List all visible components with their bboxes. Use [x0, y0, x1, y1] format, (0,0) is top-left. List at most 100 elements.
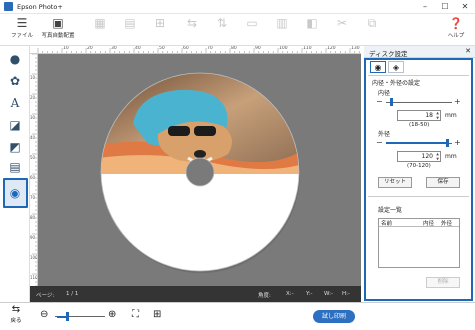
inner-value: 18 — [425, 112, 433, 119]
help-label: ヘルプ — [447, 33, 465, 39]
outer-value: 120 — [421, 153, 433, 160]
disc-preview[interactable] — [38, 54, 361, 286]
editing-canvas[interactable] — [38, 54, 361, 286]
help-icon: ❓ — [449, 17, 463, 30]
tool-icon: ⧉ — [367, 16, 377, 30]
y-readout: Y:- — [306, 291, 313, 297]
outer-decrease-button[interactable]: − — [376, 139, 383, 147]
ruler-label: 30 — [111, 46, 117, 51]
ruler-label: 50 — [30, 155, 36, 160]
ruler-label: 90 — [255, 46, 261, 51]
x-readout: X:- — [286, 291, 294, 297]
minimize-button[interactable]: – — [415, 0, 435, 14]
ruler-label: 120 — [327, 46, 336, 51]
outer-unit: mm — [445, 153, 457, 160]
outer-slider-fill — [386, 142, 446, 144]
disabled-tool-10[interactable]: ⧉ — [352, 16, 392, 31]
title-bar: Epson Photo+ – ☐ ✕ — [0, 0, 475, 14]
disc-tab[interactable]: ◉ — [370, 61, 386, 73]
ruler-label: 110 — [303, 46, 312, 51]
ruler-label: 20 — [30, 95, 36, 100]
window-title: Epson Photo+ — [17, 2, 63, 11]
inner-slider[interactable] — [386, 102, 452, 103]
spin-arrows-icon[interactable]: ▲ ▼ — [436, 111, 439, 120]
ruler-label: 110 — [30, 275, 38, 280]
layer-icon[interactable]: ◪ — [6, 116, 24, 134]
panel-title: ディスク設定 — [369, 50, 408, 58]
save-button[interactable]: 保存 — [426, 177, 460, 188]
col-inner: 内径 — [423, 221, 435, 227]
inner-slider-thumb[interactable] — [390, 98, 393, 106]
print-position-tab[interactable]: ◈ — [388, 61, 404, 73]
person-icon[interactable]: ● — [6, 50, 24, 68]
disc-settings-panel: ◉ ◈ 内径・外径の設定 内径 − + 18 ▲ ▼ mm (18-50) 外径 … — [364, 58, 473, 301]
outer-value-input[interactable]: 120 ▲ ▼ — [397, 151, 441, 162]
layout-icon[interactable]: ▤ — [6, 158, 24, 176]
adjust-icon: ◈ — [392, 63, 400, 72]
text-icon[interactable]: A — [6, 94, 24, 112]
back-arrow-icon: ⇆ — [11, 304, 21, 315]
ruler-label: 70 — [207, 46, 213, 51]
toolbar: ☰ ファイル ▣ 写真自動配置 ▦ ▤ ⊞ ⇆ ⇅ ▭ ▥ ◧ ✂ ⧉ ❓ ヘル… — [0, 14, 475, 46]
outer-slider-thumb[interactable] — [446, 139, 449, 147]
app-icon — [4, 2, 13, 11]
auto-layout-button[interactable]: ▣ 写真自動配置 — [36, 16, 80, 39]
back-button[interactable]: ⇆ 戻る — [4, 304, 28, 324]
status-bar: ページ: 1 / 1 角度: X:- Y:- W:- H:- — [30, 286, 361, 302]
outer-increase-button[interactable]: + — [454, 139, 461, 147]
col-outer: 外径 — [441, 221, 453, 227]
settings-list[interactable]: 名前 内径 外径 — [378, 218, 460, 268]
ruler-label: 70 — [30, 195, 36, 200]
ruler-label: 10 — [63, 46, 69, 51]
ruler-label: 30 — [30, 115, 36, 120]
inner-unit: mm — [445, 112, 457, 119]
spin-arrows-icon[interactable]: ▲ ▼ — [436, 152, 439, 161]
auto-layout-icon: ▣ — [52, 16, 64, 30]
panel-close-button[interactable]: ✕ — [465, 47, 471, 55]
close-window-button[interactable]: ✕ — [455, 0, 475, 14]
outer-range: (70-120) — [407, 163, 431, 169]
ruler-label: 100 — [279, 46, 288, 51]
disc-settings-header: ディスク設定 ✕ — [364, 46, 475, 58]
ruler-label: 80 — [231, 46, 237, 51]
inner-increase-button[interactable]: + — [454, 98, 461, 106]
background-icon[interactable]: ◩ — [6, 138, 24, 156]
inner-value-input[interactable]: 18 ▲ ▼ — [397, 110, 441, 121]
stamp-icon[interactable]: ✿ — [6, 72, 24, 90]
horizontal-ruler: 10 20 30 40 50 60 70 80 90 100 110 120 130 — [30, 46, 361, 54]
help-button[interactable]: ❓ ヘルプ — [436, 16, 475, 39]
disc-icon: ◉ — [374, 63, 382, 72]
left-toolbar: ● ✿ A ◪ ◩ ▤ ◉ — [0, 46, 30, 302]
inner-decrease-button[interactable]: − — [376, 98, 383, 106]
zoom-in-icon[interactable]: ⊕ — [108, 309, 116, 320]
delete-button[interactable]: 削除 — [426, 277, 460, 288]
zoom-out-icon[interactable]: ⊖ — [40, 309, 48, 320]
page-value: 1 / 1 — [66, 291, 79, 297]
divider — [368, 75, 469, 76]
ruler-label: 130 — [351, 46, 360, 51]
ruler-label: 100 — [30, 255, 38, 260]
bottom-bar: ⇆ 戻る ⊖ ⊕ ⛶ ⊞ 試し印刷 — [0, 302, 475, 330]
fit-screen-icon[interactable]: ⛶ — [132, 309, 139, 320]
ruler-label: 60 — [183, 46, 189, 51]
ruler-label: 60 — [30, 175, 36, 180]
ruler-label: 40 — [135, 46, 141, 51]
back-label: 戻る — [10, 318, 22, 324]
zoom-slider-thumb[interactable] — [66, 312, 69, 321]
ruler-label: 20 — [87, 46, 93, 51]
ruler-label: 10 — [30, 75, 36, 80]
vertical-ruler: 10 20 30 40 50 60 70 80 90 100 110 — [30, 54, 38, 286]
angle-label: 角度: — [258, 293, 271, 299]
maximize-button[interactable]: ☐ — [435, 0, 455, 14]
ruler-label: 90 — [30, 235, 36, 240]
grid-icon[interactable]: ⊞ — [153, 309, 161, 320]
reset-button[interactable]: リセット — [378, 177, 412, 188]
list-title: 設定一覧 — [378, 207, 403, 214]
list-header: 名前 内径 外径 — [379, 219, 459, 227]
ruler-label: 40 — [30, 135, 36, 140]
page-label: ページ: — [36, 293, 55, 299]
disc-icon: ◉ — [9, 186, 21, 200]
col-name: 名前 — [381, 221, 393, 227]
test-print-button[interactable]: 試し印刷 — [313, 310, 355, 323]
auto-layout-label: 写真自動配置 — [41, 33, 75, 39]
